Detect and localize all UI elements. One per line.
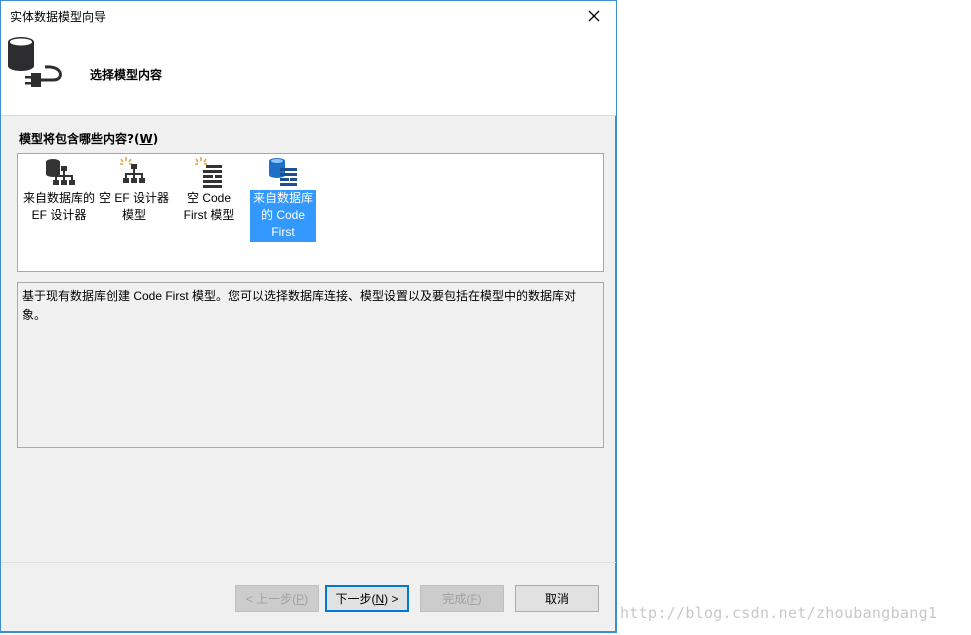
question-text: 模型将包含哪些内容?(: [19, 132, 140, 146]
cancel-button[interactable]: 取消: [515, 585, 599, 612]
next-button[interactable]: 下一步(N) >: [325, 585, 409, 612]
finish-button-accel: F: [470, 592, 478, 606]
option-description: 基于现有数据库创建 Code First 模型。您可以选择数据库连接、模型设置以…: [17, 282, 604, 448]
close-button[interactable]: [572, 1, 616, 31]
finish-button-label: 完成(: [442, 592, 471, 606]
footer-divider: [1, 562, 616, 563]
finish-button-suffix: ): [477, 592, 482, 606]
database-designer-icon: [46, 159, 75, 185]
question-accel-key: W: [139, 132, 153, 146]
wizard-dialog: 实体数据模型向导 选择模型内容 模型将包含哪些内容?(W) 来自数据库的 EF …: [0, 0, 617, 633]
option-label: 空 EF 设计器 模型: [97, 190, 171, 225]
option-code-first-from-database[interactable]: 来自数据库 的 Code First: [250, 156, 316, 242]
option-label-line: 空 EF 设计器: [98, 191, 169, 205]
option-label: 来自数据库的 EF 设计器: [21, 190, 97, 225]
back-button-accel: P: [296, 592, 305, 606]
next-button-accel: N: [375, 592, 385, 606]
window-title: 实体数据模型向导: [10, 10, 107, 24]
next-button-label: 下一步(: [335, 592, 376, 606]
option-label-line: 空 Code: [186, 191, 232, 205]
option-label-line: 来自数据库: [252, 191, 313, 205]
option-label-line: First: [271, 225, 295, 239]
database-code-first-icon: [269, 158, 297, 186]
option-label: 空 Code First 模型: [174, 190, 244, 225]
wizard-header: 选择模型内容: [1, 31, 616, 116]
back-button[interactable]: < 上一步(P): [235, 585, 319, 612]
option-empty-code-first[interactable]: 空 Code First 模型: [174, 156, 244, 225]
close-icon: [588, 10, 600, 22]
empty-code-first-icon: [195, 157, 222, 188]
finish-button[interactable]: 完成(F): [420, 585, 504, 612]
option-label-line: 的 Code: [260, 208, 306, 222]
back-button-suffix: ): [304, 592, 309, 606]
database-plug-icon: [8, 37, 62, 87]
watermark: http://blog.csdn.net/zhoubangbang1: [620, 604, 938, 622]
title-bar: 实体数据模型向导: [1, 1, 616, 31]
option-empty-ef-designer[interactable]: 空 EF 设计器 模型: [97, 156, 171, 225]
option-label: 来自数据库 的 Code First: [250, 190, 316, 242]
content-question-label: 模型将包含哪些内容?(W): [19, 130, 158, 147]
option-label-line: EF 设计器: [31, 208, 87, 222]
back-button-label: < 上一步(: [245, 592, 297, 606]
option-label-line: 来自数据库的: [22, 191, 95, 205]
question-suffix: ): [152, 132, 159, 146]
model-content-list[interactable]: 来自数据库的 EF 设计器 空 EF 设计器 模型 空 Code First 模…: [17, 153, 604, 272]
option-ef-designer-from-database[interactable]: 来自数据库的 EF 设计器: [21, 156, 97, 225]
cancel-button-label: 取消: [544, 592, 569, 606]
empty-designer-icon: [120, 157, 145, 183]
page-title: 选择模型内容: [90, 68, 163, 82]
option-label-line: 模型: [121, 208, 146, 222]
option-label-line: First 模型: [183, 208, 235, 222]
next-button-suffix: ) >: [384, 592, 399, 606]
